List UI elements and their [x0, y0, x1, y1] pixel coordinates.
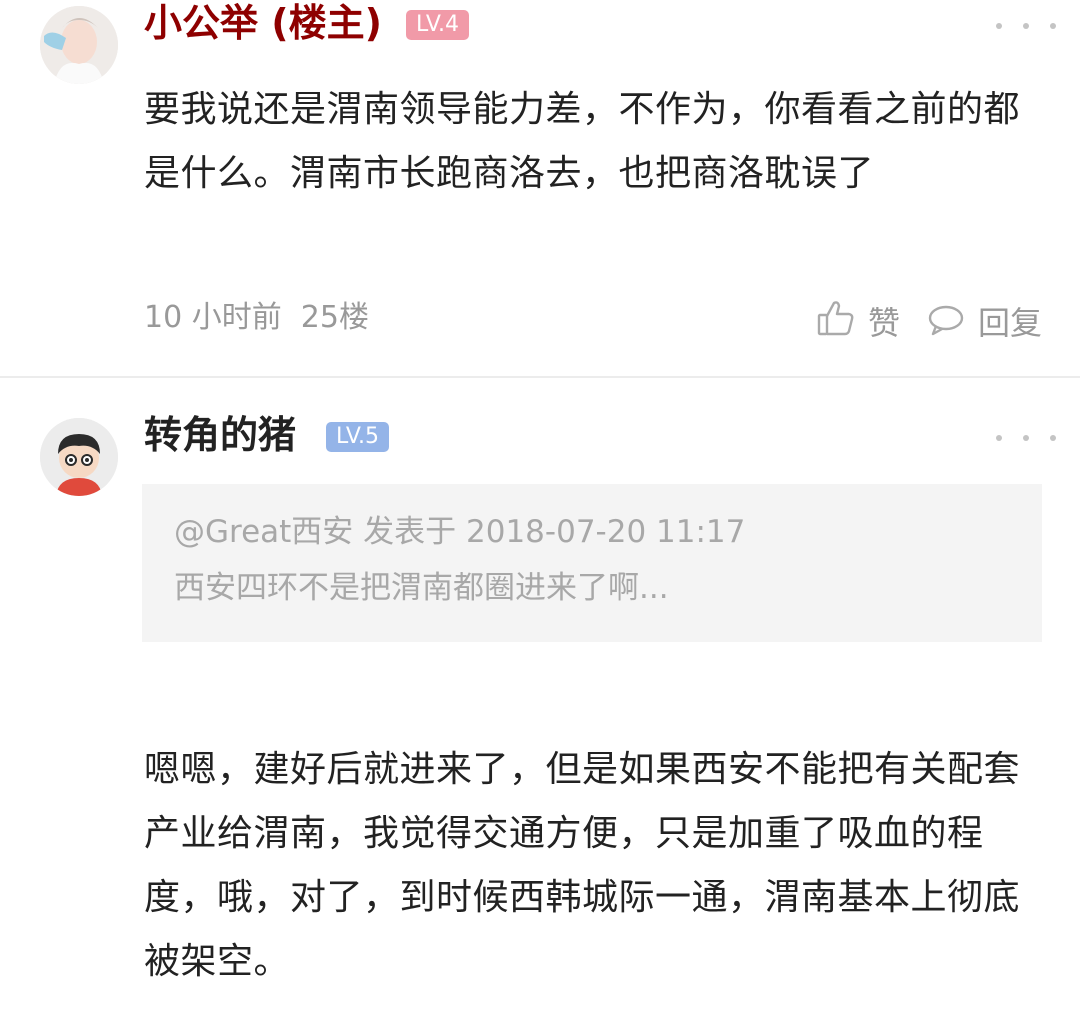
level-badge: LV.5	[326, 422, 390, 452]
level-badge: LV.4	[406, 10, 470, 40]
post-floor: 25楼	[300, 300, 369, 335]
post-meta: 10 小时前 25楼	[144, 298, 369, 338]
like-label: 赞	[868, 303, 901, 342]
thumbs-up-icon	[816, 298, 856, 347]
post-content: 嗯嗯，建好后就进来了，但是如果西安不能把有关配套产业给渭南，我觉得交通方便，只是…	[144, 749, 1021, 982]
post-author-name[interactable]: 小公举 (楼主)	[144, 0, 382, 46]
post-content: 要我说还是渭南领导能力差，不作为，你看看之前的都是什么。渭南市长跑商洛去，也把商…	[144, 89, 1021, 194]
post-avatar[interactable]	[40, 6, 118, 84]
post-time: 10 小时前	[144, 300, 282, 335]
quote-text: 西安四环不是把渭南都圈进来了啊...	[174, 570, 669, 606]
post-avatar[interactable]	[40, 418, 118, 496]
reply-button[interactable]: 回复	[926, 298, 1042, 347]
quote-header: @Great西安 发表于 2018-07-20 11:17	[174, 514, 746, 550]
quoted-reply[interactable]: @Great西安 发表于 2018-07-20 11:17 西安四环不是把渭南都…	[142, 484, 1042, 642]
more-dots-icon[interactable]	[996, 428, 1056, 448]
chat-bubble-icon	[926, 298, 966, 347]
post-author-name[interactable]: 转角的猪	[144, 412, 296, 458]
like-button[interactable]: 赞	[816, 298, 900, 347]
reply-label: 回复	[978, 303, 1043, 342]
post-divider	[0, 376, 1080, 378]
more-dots-icon[interactable]	[996, 16, 1056, 36]
